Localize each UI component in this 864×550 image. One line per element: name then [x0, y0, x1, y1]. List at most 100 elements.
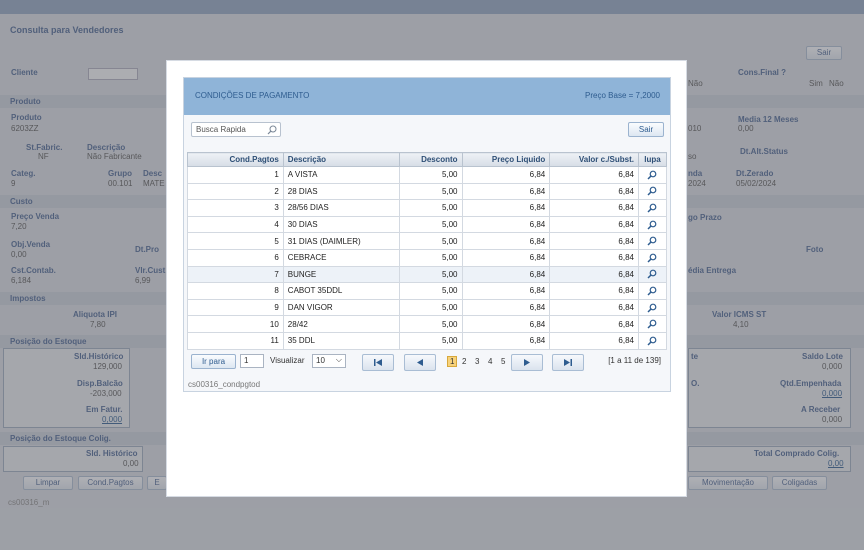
- col-descricao[interactable]: Descrição: [282, 152, 400, 167]
- first-page-icon: [374, 359, 382, 366]
- lupa-cell: [637, 166, 668, 184]
- col-cond-pagtos[interactable]: Cond.Pagtos: [187, 152, 284, 167]
- cell-desconto: 5,00: [398, 331, 463, 350]
- cell-descricao: CABOT 35DDL: [282, 282, 400, 300]
- magnifier-icon[interactable]: [647, 336, 657, 346]
- lupa-cell: [637, 199, 668, 217]
- per-page-select[interactable]: 10 ⌵: [312, 354, 346, 368]
- magnifier-icon[interactable]: [647, 319, 657, 329]
- magnifier-icon[interactable]: [647, 236, 657, 246]
- table-row[interactable]: 8 CABOT 35DDL 5,00 6,84 6,84: [187, 282, 668, 300]
- cell-desconto: 5,00: [398, 282, 463, 300]
- cell-preco-liquido: 6,84: [461, 331, 551, 350]
- cell-cond-pagtos: 4: [187, 215, 284, 234]
- sair-button[interactable]: Sair: [628, 122, 664, 137]
- cell-valor-subst: 6,84: [549, 232, 639, 250]
- col-desconto[interactable]: Desconto: [398, 152, 463, 167]
- cell-desconto: 5,00: [398, 215, 463, 234]
- prev-page-button[interactable]: [404, 354, 436, 371]
- cell-cond-pagtos: 6: [187, 248, 284, 267]
- cell-cond-pagtos: 3: [187, 199, 284, 217]
- magnifier-icon[interactable]: [647, 220, 657, 230]
- cell-valor-subst: 6,84: [549, 315, 639, 333]
- lupa-cell: [637, 248, 668, 267]
- page-link[interactable]: 5: [499, 357, 507, 366]
- lupa-cell: [637, 215, 668, 234]
- cell-descricao: 31 DIAS (DAIMLER): [282, 232, 400, 250]
- cell-valor-subst: 6,84: [549, 199, 639, 217]
- table-row[interactable]: 10 28/42 5,00 6,84 6,84: [187, 315, 668, 333]
- table-row[interactable]: 4 30 DIAS 5,00 6,84 6,84: [187, 215, 668, 234]
- magnifier-icon[interactable]: [647, 269, 657, 279]
- cell-preco-liquido: 6,84: [461, 265, 551, 284]
- table-row[interactable]: 1A VISTA 5,00 6,84 6,84: [187, 166, 668, 184]
- cell-preco-liquido: 6,84: [461, 232, 551, 250]
- cell-cond-pagtos: 7: [187, 265, 284, 284]
- cell-cond-pagtos: 5: [187, 232, 284, 250]
- magnifier-icon[interactable]: [647, 170, 657, 180]
- search-input[interactable]: Busca Rapida: [191, 122, 281, 137]
- magnifier-icon[interactable]: [647, 203, 657, 213]
- lupa-cell: [637, 282, 668, 300]
- table-row[interactable]: 5 31 DIAS (DAIMLER) 5,00 6,84 6,84: [187, 232, 668, 250]
- lupa-cell: [637, 182, 668, 201]
- cell-preco-liquido: 6,84: [461, 248, 551, 267]
- cell-cond-pagtos: 10: [187, 315, 284, 333]
- page-number-input[interactable]: 1: [240, 354, 264, 368]
- lupa-cell: [637, 232, 668, 250]
- table-header-row: Cond.Pagtos Descrição Desconto Preço Liq…: [187, 152, 668, 167]
- page-link[interactable]: 4: [486, 357, 494, 366]
- cell-valor-subst: 6,84: [549, 265, 639, 284]
- cell-cond-pagtos: 9: [187, 298, 284, 317]
- next-page-button[interactable]: [511, 354, 543, 371]
- payment-conditions-table: Cond.Pagtos Descrição Desconto Preço Liq…: [187, 152, 668, 350]
- cell-valor-subst: 6,84: [549, 282, 639, 300]
- table-body: 1A VISTA 5,00 6,84 6,84 2 28 DIAS 5,00 6,84 6,84…: [187, 166, 668, 350]
- lupa-cell: [637, 331, 668, 350]
- modal-header: CONDIÇÕES DE PAGAMENTO Preço Base = 7,20…: [184, 78, 670, 115]
- pager-summary: [1 a 11 de 139]: [608, 356, 661, 365]
- first-page-button[interactable]: [362, 354, 394, 371]
- next-page-icon: [524, 359, 530, 366]
- cell-preco-liquido: 6,84: [461, 298, 551, 317]
- table-row[interactable]: 7 BUNGE 5,00 6,84 6,84: [187, 265, 668, 284]
- search-icon[interactable]: [267, 125, 277, 135]
- table-row[interactable]: 6 CEBRACE 5,00 6,84 6,84: [187, 248, 668, 267]
- ir-para-button[interactable]: Ir para: [191, 354, 236, 369]
- page-link[interactable]: 3: [473, 357, 481, 366]
- cell-cond-pagtos: 8: [187, 282, 284, 300]
- chevron-down-icon: ⌵: [335, 355, 342, 364]
- cell-desconto: 5,00: [398, 298, 463, 317]
- cell-valor-subst: 6,84: [549, 331, 639, 350]
- cell-preco-liquido: 6,84: [461, 199, 551, 217]
- table-row[interactable]: 9 DAN VIGOR 5,00 6,84 6,84: [187, 298, 668, 317]
- per-page-value: 10: [316, 356, 325, 365]
- table-row[interactable]: 11 35 DDL 5,00 6,84 6,84: [187, 331, 668, 350]
- page-link[interactable]: 1: [447, 356, 458, 367]
- magnifier-icon[interactable]: [647, 286, 657, 296]
- cell-desconto: 5,00: [398, 182, 463, 201]
- last-page-button[interactable]: [552, 354, 584, 371]
- magnifier-icon[interactable]: [647, 186, 657, 196]
- magnifier-icon[interactable]: [647, 303, 657, 313]
- magnifier-icon[interactable]: [647, 253, 657, 263]
- cell-preco-liquido: 6,84: [461, 182, 551, 201]
- cell-descricao: A VISTA: [282, 166, 400, 184]
- page-link[interactable]: 2: [460, 357, 468, 366]
- col-valor-subst[interactable]: Valor c./Subst.: [549, 152, 639, 167]
- cell-desconto: 5,00: [398, 199, 463, 217]
- cell-valor-subst: 6,84: [549, 166, 639, 184]
- cell-valor-subst: 6,84: [549, 182, 639, 201]
- cell-desconto: 5,00: [398, 315, 463, 333]
- col-lupa: lupa: [637, 152, 668, 167]
- col-preco-liquido[interactable]: Preço Liquido: [461, 152, 551, 167]
- table-row[interactable]: 3 28/56 DIAS 5,00 6,84 6,84: [187, 199, 668, 217]
- cell-descricao: 28/42: [282, 315, 400, 333]
- cell-desconto: 5,00: [398, 232, 463, 250]
- table-row[interactable]: 2 28 DIAS 5,00 6,84 6,84: [187, 182, 668, 201]
- cell-descricao: 28/56 DIAS: [282, 199, 400, 217]
- search-placeholder: Busca Rapida: [196, 125, 246, 134]
- modal-title: CONDIÇÕES DE PAGAMENTO: [195, 91, 310, 100]
- cell-preco-liquido: 6,84: [461, 215, 551, 234]
- cell-preco-liquido: 6,84: [461, 315, 551, 333]
